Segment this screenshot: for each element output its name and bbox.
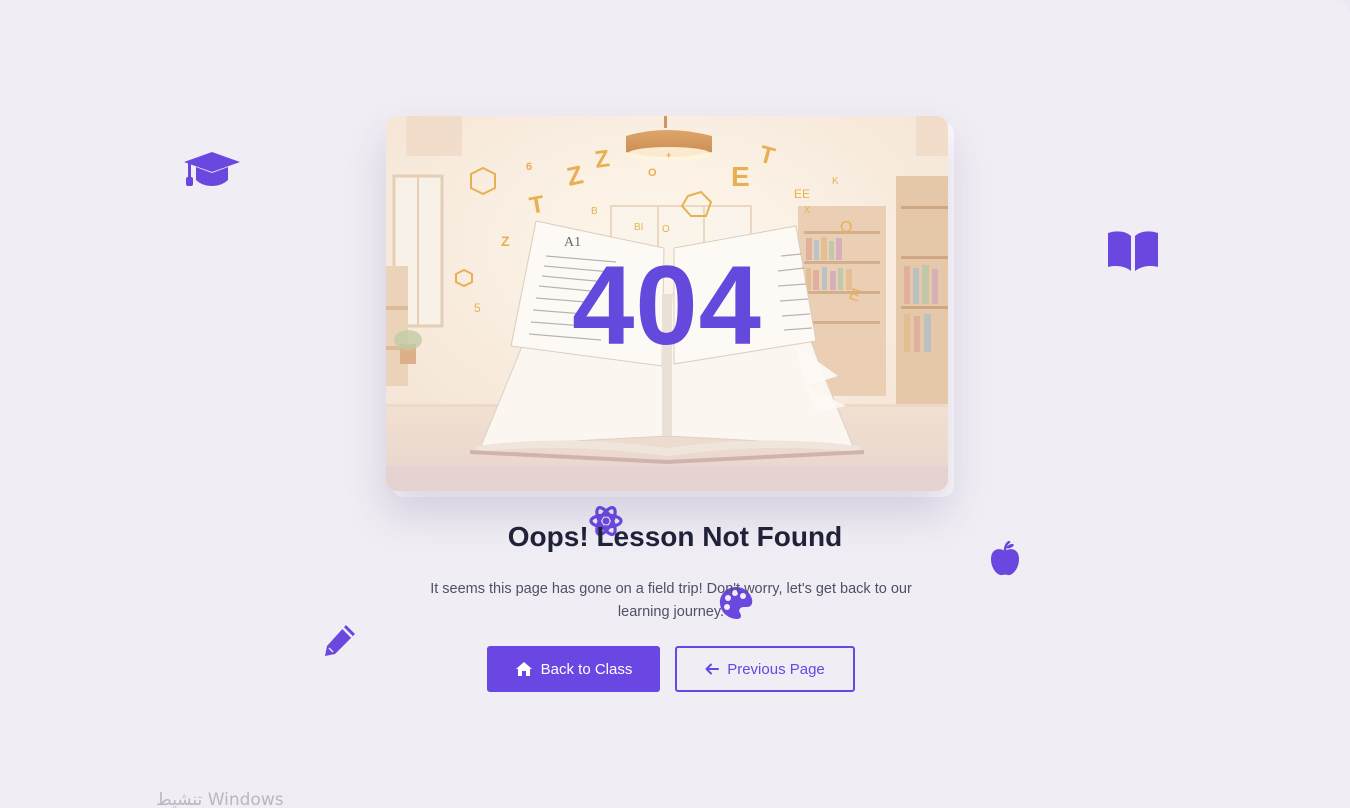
previous-page-button[interactable]: Previous Page [675,646,855,692]
page-title: Oops! Lesson Not Found [507,521,843,552]
error-message: It seems this page has gone on a field t… [430,581,912,620]
not-found-page: T Z Z E T Z 6 O + B BI O EE K O E 5 X A1… [0,0,1350,808]
back-to-class-label: Back to Class [540,660,633,678]
error-code: 404 [572,243,762,368]
graduation-cap-icon [182,150,242,190]
home-icon [515,661,533,677]
back-to-class-button[interactable]: Back to Class [487,646,660,692]
open-book-icon [1106,229,1160,273]
hero-illustration: T Z Z E T Z 6 O + B BI O EE K O E 5 X A1… [386,116,948,491]
previous-page-label: Previous Page [727,660,825,678]
arrow-left-icon [705,663,720,675]
pencil-icon [322,622,358,658]
windows-activation-watermark: تنشيط Windows [156,790,284,808]
